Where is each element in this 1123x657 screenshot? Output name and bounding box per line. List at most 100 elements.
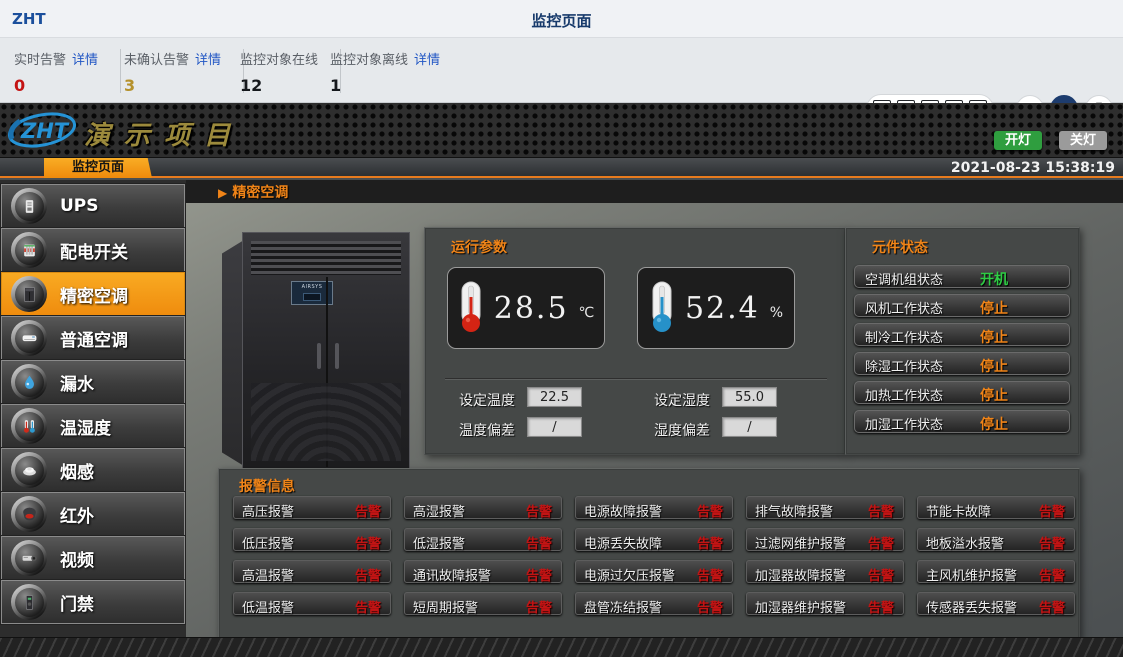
alarm-cell: 加湿器故障报警告警 <box>746 560 904 583</box>
status-value: 停止 <box>980 414 1008 434</box>
alarm-badge: 告警 <box>526 565 552 584</box>
humidity-value: 52.4 <box>685 291 760 326</box>
humidity-unit: % <box>770 305 783 321</box>
alarm-badge: 告警 <box>526 597 552 616</box>
bottom-strip <box>0 637 1123 657</box>
set-humidity-label: 设定湿度 <box>654 390 710 410</box>
sidebar-item-label: 视频 <box>60 546 94 571</box>
section-arrow-icon: ▶ <box>218 186 227 200</box>
alarm-label: 电源故障报警 <box>584 501 662 520</box>
sidebar-item-power-switch[interactable]: 配电开关 <box>1 228 185 272</box>
sidebar-item-water-leak[interactable]: 漏水 <box>1 360 185 404</box>
main-content: ▶ 精密空调 AIRSYS 运行参数 <box>186 180 1123 637</box>
sidebar-item-label: 配电开关 <box>60 238 128 263</box>
alarm-info-panel: 报警信息 高压报警告警 高湿报警告警 电源故障报警告警 排气故障报警告警 节能卡… <box>218 468 1080 639</box>
stat-label: 监控对象在线 <box>240 53 318 68</box>
unconfirmed-alarm-detail-link[interactable]: 详情 <box>195 53 221 68</box>
alarm-cell: 高压报警告警 <box>233 496 391 519</box>
stats-bar: 实时告警详情 0 未确认告警详情 3 监控对象在线 12 监控对象离线详情 1 … <box>0 38 1123 103</box>
status-row-humidify: 加湿工作状态 停止 <box>854 410 1070 433</box>
alarm-badge: 告警 <box>1039 533 1065 552</box>
sidebar-item-label: 漏水 <box>60 370 94 395</box>
zht-logo: ZHT <box>6 107 80 154</box>
sidebar-item-ups[interactable]: UPS <box>1 184 185 228</box>
stat-realtime-alarms: 实时告警详情 0 <box>14 49 121 93</box>
alarm-label: 短周期报警 <box>413 597 478 616</box>
humidity-deviation-value[interactable]: / <box>722 417 777 437</box>
realtime-alarm-detail-link[interactable]: 详情 <box>72 53 98 68</box>
door-access-icon <box>11 584 47 620</box>
normal-ac-icon <box>11 320 47 356</box>
alarm-cell: 低压报警告警 <box>233 528 391 551</box>
sidebar-item-video[interactable]: 视频 <box>1 536 185 580</box>
device-display <box>303 293 321 301</box>
alarm-badge: 告警 <box>697 597 723 616</box>
status-value: 停止 <box>980 385 1008 405</box>
tab-bar: 监控页面 2021-08-23 15:38:19 <box>0 158 1123 178</box>
alarm-label: 高湿报警 <box>413 501 465 520</box>
stat-label: 未确认告警 <box>124 53 189 68</box>
set-humidity-value[interactable]: 55.0 <box>722 387 777 407</box>
sidebar-item-label: 普通空调 <box>60 326 128 351</box>
device-front-panel: AIRSYS <box>242 232 410 470</box>
light-on-button[interactable]: 开灯 <box>994 131 1042 150</box>
humidity-display: 52.4 % <box>637 267 795 349</box>
status-value: 开机 <box>980 269 1008 289</box>
set-temp-value[interactable]: 22.5 <box>527 387 582 407</box>
alarm-badge: 告警 <box>526 533 552 552</box>
sidebar-item-normal-ac[interactable]: 普通空调 <box>1 316 185 360</box>
sidebar-item-label: 温湿度 <box>60 414 111 439</box>
breaker-icon <box>11 232 47 268</box>
temperature-unit: ℃ <box>579 305 595 321</box>
alarm-cell: 盘管冻结报警告警 <box>575 592 733 615</box>
sidebar-item-label: 红外 <box>60 502 94 527</box>
sidebar-item-temp-humidity[interactable]: 温湿度 <box>1 404 185 448</box>
alarm-badge: 告警 <box>355 597 381 616</box>
objects-online-count: 12 <box>240 76 318 95</box>
alarm-label: 高温报警 <box>242 565 294 584</box>
stat-objects-offline: 监控对象离线详情 1 <box>330 49 462 93</box>
sidebar-item-infrared[interactable]: 红外 <box>1 492 185 536</box>
alarm-label: 地板溢水报警 <box>926 533 1004 552</box>
status-row-heating: 加热工作状态 停止 <box>854 381 1070 404</box>
temp-deviation-label: 温度偏差 <box>459 420 515 440</box>
sidebar-item-label: 门禁 <box>60 590 94 615</box>
timestamp: 2021-08-23 15:38:19 <box>951 160 1115 176</box>
top-bar: ZHT 监控页面 <box>0 0 1123 38</box>
alarm-label: 电源过欠压报警 <box>584 565 675 584</box>
offline-detail-link[interactable]: 详情 <box>414 53 440 68</box>
alarm-label: 通讯故障报警 <box>413 565 491 584</box>
alarm-cell: 电源过欠压报警 告警 <box>575 560 733 583</box>
alarm-label: 节能卡故障 <box>926 501 991 520</box>
status-value: 停止 <box>980 327 1008 347</box>
params-panel-title: 运行参数 <box>451 237 507 257</box>
sidebar-item-label: 烟感 <box>60 458 94 483</box>
alarm-cell: 地板溢水报警 告警 <box>917 528 1075 551</box>
alarm-cell: 加湿器维护报警告警 <box>746 592 904 615</box>
tab-monitor-page[interactable]: 监控页面 <box>44 158 152 178</box>
alarm-label: 主风机维护报警 <box>926 565 1017 584</box>
alarm-cell: 排气故障报警告警 <box>746 496 904 519</box>
unconfirmed-alarm-count: 3 <box>124 76 221 95</box>
alarm-badge: 告警 <box>1039 501 1065 520</box>
light-off-button[interactable]: 关灯 <box>1059 131 1107 150</box>
alarm-badge: 告警 <box>1039 597 1065 616</box>
status-row-fan: 风机工作状态 停止 <box>854 294 1070 317</box>
component-status-panel: 元件状态 空调机组状态 开机 风机工作状态 停止 制冷工作状态 停止 除湿工作状… <box>845 227 1080 455</box>
alarm-badge: 告警 <box>697 565 723 584</box>
temp-deviation-value[interactable]: / <box>527 417 582 437</box>
alarm-cell: 电源丢失故障告警 <box>575 528 733 551</box>
alarm-label: 电源丢失故障 <box>584 533 662 552</box>
alarm-cell: 低湿报警告警 <box>404 528 562 551</box>
stat-unconfirmed-alarms: 未确认告警详情 3 <box>124 49 244 93</box>
humidity-deviation-label: 湿度偏差 <box>654 420 710 440</box>
sidebar-item-door-access[interactable]: 门禁 <box>1 580 185 624</box>
status-label: 加热工作状态 <box>865 385 943 404</box>
alarm-cell: 短周期报警 告警 <box>404 592 562 615</box>
sidebar-item-smoke[interactable]: 烟感 <box>1 448 185 492</box>
status-label: 除湿工作状态 <box>865 356 943 375</box>
stat-objects-online: 监控对象在线 12 <box>240 49 341 93</box>
thermometer-red-icon <box>458 281 484 335</box>
sidebar-item-precision-ac[interactable]: 精密空调 <box>1 272 185 316</box>
alarm-cell: 电源故障报警告警 <box>575 496 733 519</box>
